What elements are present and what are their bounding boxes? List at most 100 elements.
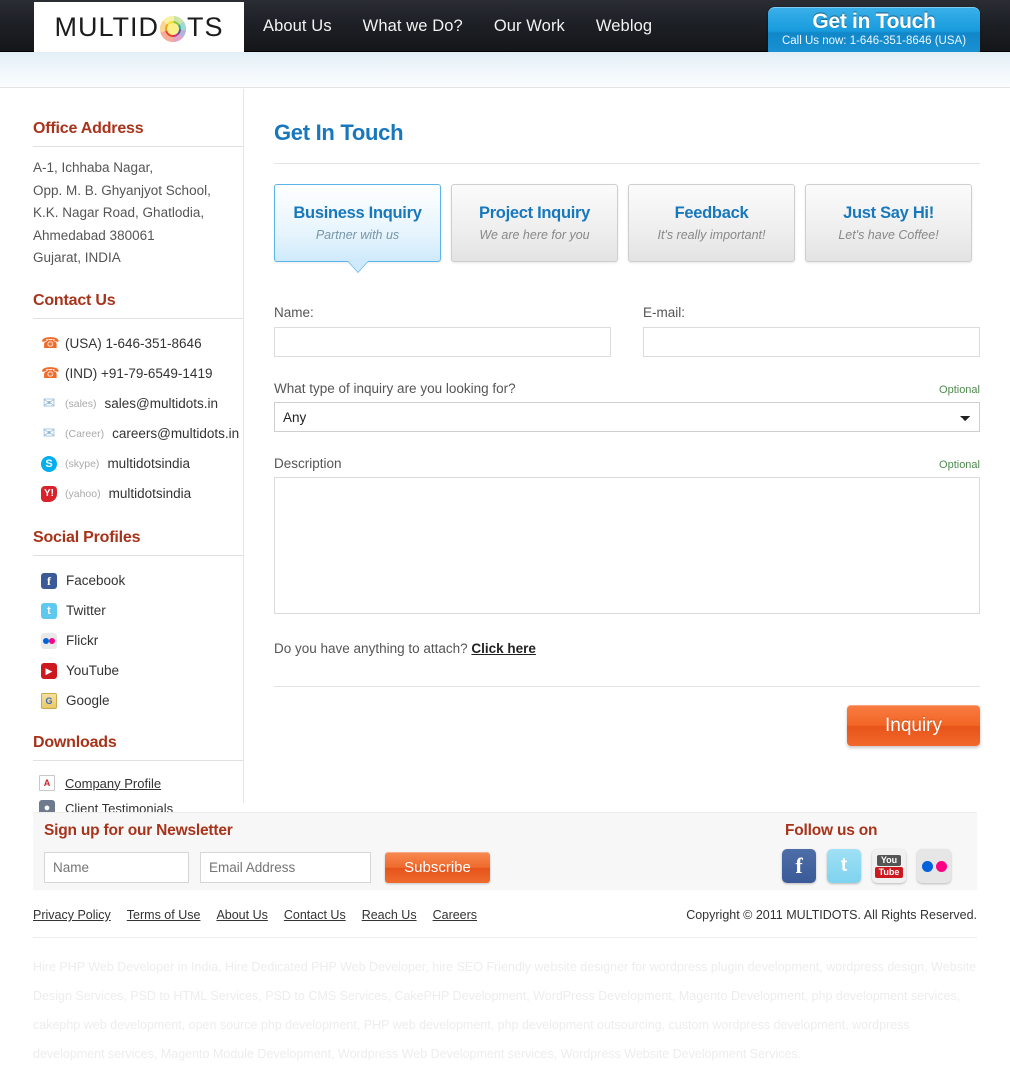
tab-subtitle: Partner with us [315,228,400,242]
footer-facebook-icon[interactable]: f [782,849,816,883]
nav-item-what-we-do[interactable]: What we Do? [363,17,463,36]
description-label: Description [274,456,342,471]
twitter-icon: t [41,602,57,619]
newsletter-email-input[interactable] [200,852,371,883]
nav-item-about-us[interactable]: About Us [263,17,332,36]
sidebar-divider [243,89,244,803]
tab-title: Just Say Hi! [843,204,934,222]
contact-item-phone-ind[interactable]: ☎ (IND) +91-79-6549-1419 [33,359,243,389]
youtube-tube-text: Tube [874,866,904,878]
newsletter-title: Sign up for our Newsletter [44,822,233,839]
tab-feedback[interactable]: Feedback It's really important! [628,184,795,262]
logo-suffix: TS [186,11,224,42]
header-gradient-band [0,52,1010,88]
attachment-row: Do you have anything to attach? Click he… [274,641,980,656]
contact-value: (USA) 1-646-351-8646 [65,336,202,351]
top-navigation-bar: MULTID TS About Us What we Do? Our Work … [0,0,1010,57]
tab-subtitle: It's really important! [657,228,766,242]
subscribe-button[interactable]: Subscribe [385,852,490,883]
footer-link-privacy-policy[interactable]: Privacy Policy [33,908,111,922]
download-item-company-profile[interactable]: A Company Profile [33,771,243,796]
inquiry-submit-button[interactable]: Inquiry [847,705,980,746]
contact-item-email-career[interactable]: ✉ (Career) careers@multidots.in [33,419,243,449]
copyright-text: Copyright © 2011 MULTIDOTS. All Rights R… [686,908,977,922]
email-label: E-mail: [643,305,686,320]
phone-icon: ☎ [41,364,60,382]
social-label: Flickr [66,633,99,648]
contact-item-email-sales[interactable]: ✉ (sales) sales@multidots.in [33,389,243,419]
downloads-rule [33,759,243,761]
contact-value: multidotsindia [107,456,190,471]
office-address-text: A-1, Ichhaba Nagar, Opp. M. B. Ghyanjyot… [33,157,243,270]
footer-link-about-us[interactable]: About Us [216,908,267,922]
inquiry-tabs: Business Inquiry Partner with us Project… [274,184,980,262]
title-divider [274,163,980,164]
contact-item-yahoo[interactable]: Y! (yahoo) multidotsindia [33,479,243,509]
contact-tag: (yahoo) [65,487,101,500]
multidots-dot-logo-icon [159,16,186,42]
description-optional-badge: Optional [939,459,980,471]
email-input[interactable] [643,327,980,357]
contact-us-section: Contact Us ☎ (USA) 1-646-351-8646 ☎ (IND… [33,292,243,509]
footer-flickr-icon[interactable] [917,849,951,883]
footer-link-careers[interactable]: Careers [433,908,477,922]
site-logo[interactable]: MULTID TS [34,2,244,52]
inquiry-type-select[interactable]: Any [274,402,980,432]
social-item-google[interactable]: G Google [33,686,243,716]
inquiry-form: Name: E-mail: What type of inquiry are y… [274,305,980,746]
contact-item-skype[interactable]: S (skype) multidotsindia [33,449,243,479]
mail-icon: ✉ [42,394,56,412]
newsletter-name-input[interactable] [44,852,189,883]
primary-nav-links: About Us What we Do? Our Work Weblog [263,0,652,52]
phone-icon: ☎ [41,334,60,352]
nav-item-weblog[interactable]: Weblog [596,17,652,36]
social-item-flickr[interactable]: Flickr [33,626,243,656]
address-line: Gujarat, INDIA [33,250,121,265]
social-label: Facebook [66,573,126,588]
tab-subtitle: Let's have Coffee! [838,228,939,242]
download-label[interactable]: Company Profile [65,776,161,791]
address-line: Opp. M. B. Ghyanjyot School, [33,182,211,198]
contact-list: ☎ (USA) 1-646-351-8646 ☎ (IND) +91-79-65… [33,329,243,509]
main-content: Get In Touch Business Inquiry Partner wi… [274,89,980,746]
footer-divider [33,937,977,938]
name-email-row: Name: E-mail: [274,305,980,357]
tab-project-inquiry[interactable]: Project Inquiry We are here for you [451,184,618,262]
mail-icon: ✉ [42,424,56,442]
tab-title: Feedback [674,204,749,222]
name-field-group: Name: [274,305,611,357]
sidebar: Office Address A-1, Ichhaba Nagar, Opp. … [33,89,243,821]
seo-keyword-text: Hire PHP Web Developer in India, Hire De… [33,960,977,1061]
footer-link-terms-of-use[interactable]: Terms of Use [127,908,201,922]
get-in-touch-button[interactable]: Get in Touch Call Us now: 1-646-351-8646… [768,7,980,57]
footer-twitter-icon[interactable]: t [827,849,861,883]
facebook-icon: f [41,572,57,589]
address-line: K.K. Nagar Road, Ghatlodia, [33,205,205,220]
contact-us-heading: Contact Us [33,291,116,309]
footer-link-reach-us[interactable]: Reach Us [362,908,417,922]
social-profiles-section: Social Profiles f Facebook t Twitter Fli… [33,529,243,716]
social-label: Google [66,693,110,708]
tab-just-say-hi[interactable]: Just Say Hi! Let's have Coffee! [805,184,972,262]
social-item-facebook[interactable]: f Facebook [33,566,243,596]
footer-link-contact-us[interactable]: Contact Us [284,908,346,922]
name-label: Name: [274,305,314,320]
get-in-touch-title: Get in Touch [812,10,936,33]
nav-item-our-work[interactable]: Our Work [494,17,565,36]
social-item-youtube[interactable]: ▶ YouTube [33,656,243,686]
footer-youtube-icon[interactable]: You Tube [872,849,906,883]
social-profiles-rule [33,554,243,556]
description-textarea[interactable] [274,477,980,614]
name-input[interactable] [274,327,611,357]
footer-links: Privacy Policy Terms of Use About Us Con… [33,908,477,922]
address-line: A-1, Ichhaba Nagar, [33,160,154,175]
yahoo-icon: Y! [41,485,57,502]
social-label: YouTube [66,663,120,678]
social-item-twitter[interactable]: t Twitter [33,596,243,626]
contact-item-phone-usa[interactable]: ☎ (USA) 1-646-351-8646 [33,329,243,359]
tab-subtitle: We are here for you [479,228,590,242]
contact-tag: (sales) [65,397,97,410]
attachment-click-here-link[interactable]: Click here [471,641,536,656]
contact-value: sales@multidots.in [104,396,219,411]
tab-business-inquiry[interactable]: Business Inquiry Partner with us [274,184,441,262]
